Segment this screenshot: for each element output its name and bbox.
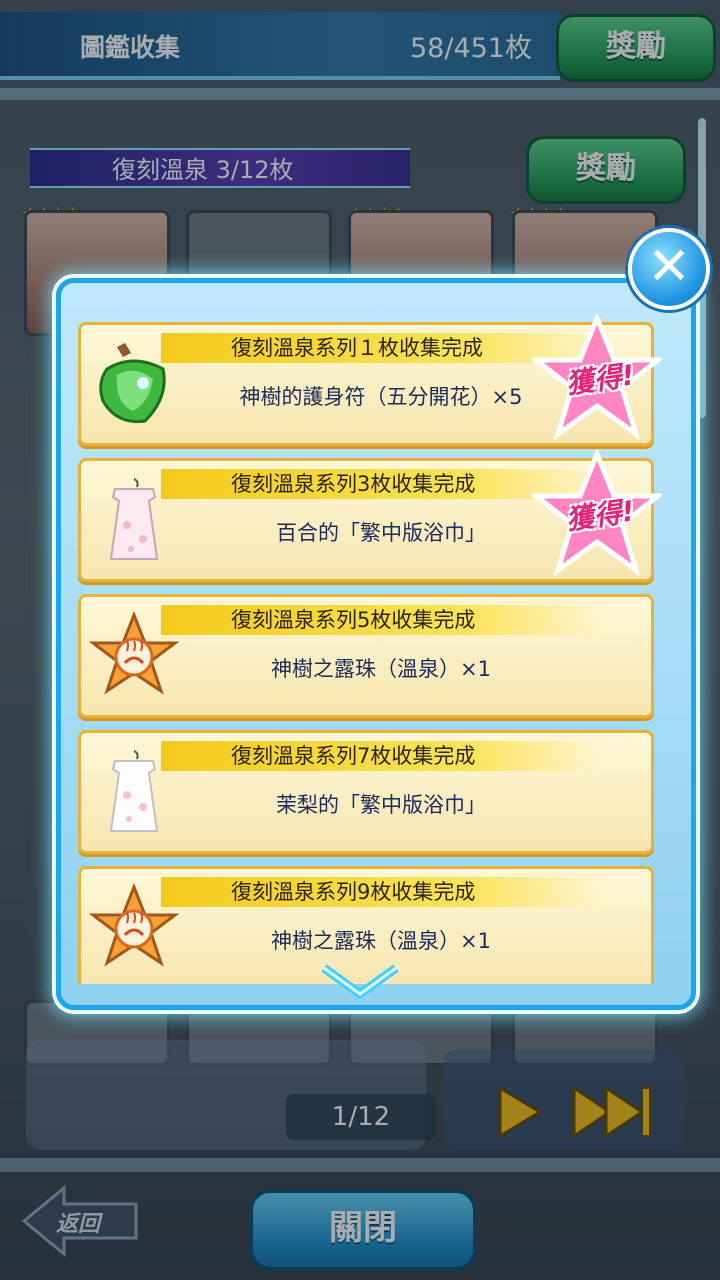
obtained-badge: 獲得! [528,311,666,444]
reward-text: 神樹之露珠（溫泉）×1 [271,929,491,953]
list-item: 復刻溫泉系列7枚收集完成 茉梨的「繁中版浴巾」 [78,730,654,854]
milestone-title: 復刻溫泉系列9枚收集完成 [161,877,601,907]
milestone-title: 復刻溫泉系列7枚收集完成 [161,741,601,771]
obtained-badge: 獲得! [528,447,666,580]
list-item: 復刻溫泉系列5枚收集完成 神樹之露珠（溫泉）×1 [78,594,654,718]
chevron-down-icon[interactable] [318,962,402,1002]
close-icon[interactable]: ✕ [628,228,710,310]
milestone-title: 復刻溫泉系列5枚收集完成 [161,605,601,635]
reward-text: 神樹之露珠（溫泉）×1 [271,657,491,681]
reward-text: 茉梨的「繁中版浴巾」 [276,793,486,817]
